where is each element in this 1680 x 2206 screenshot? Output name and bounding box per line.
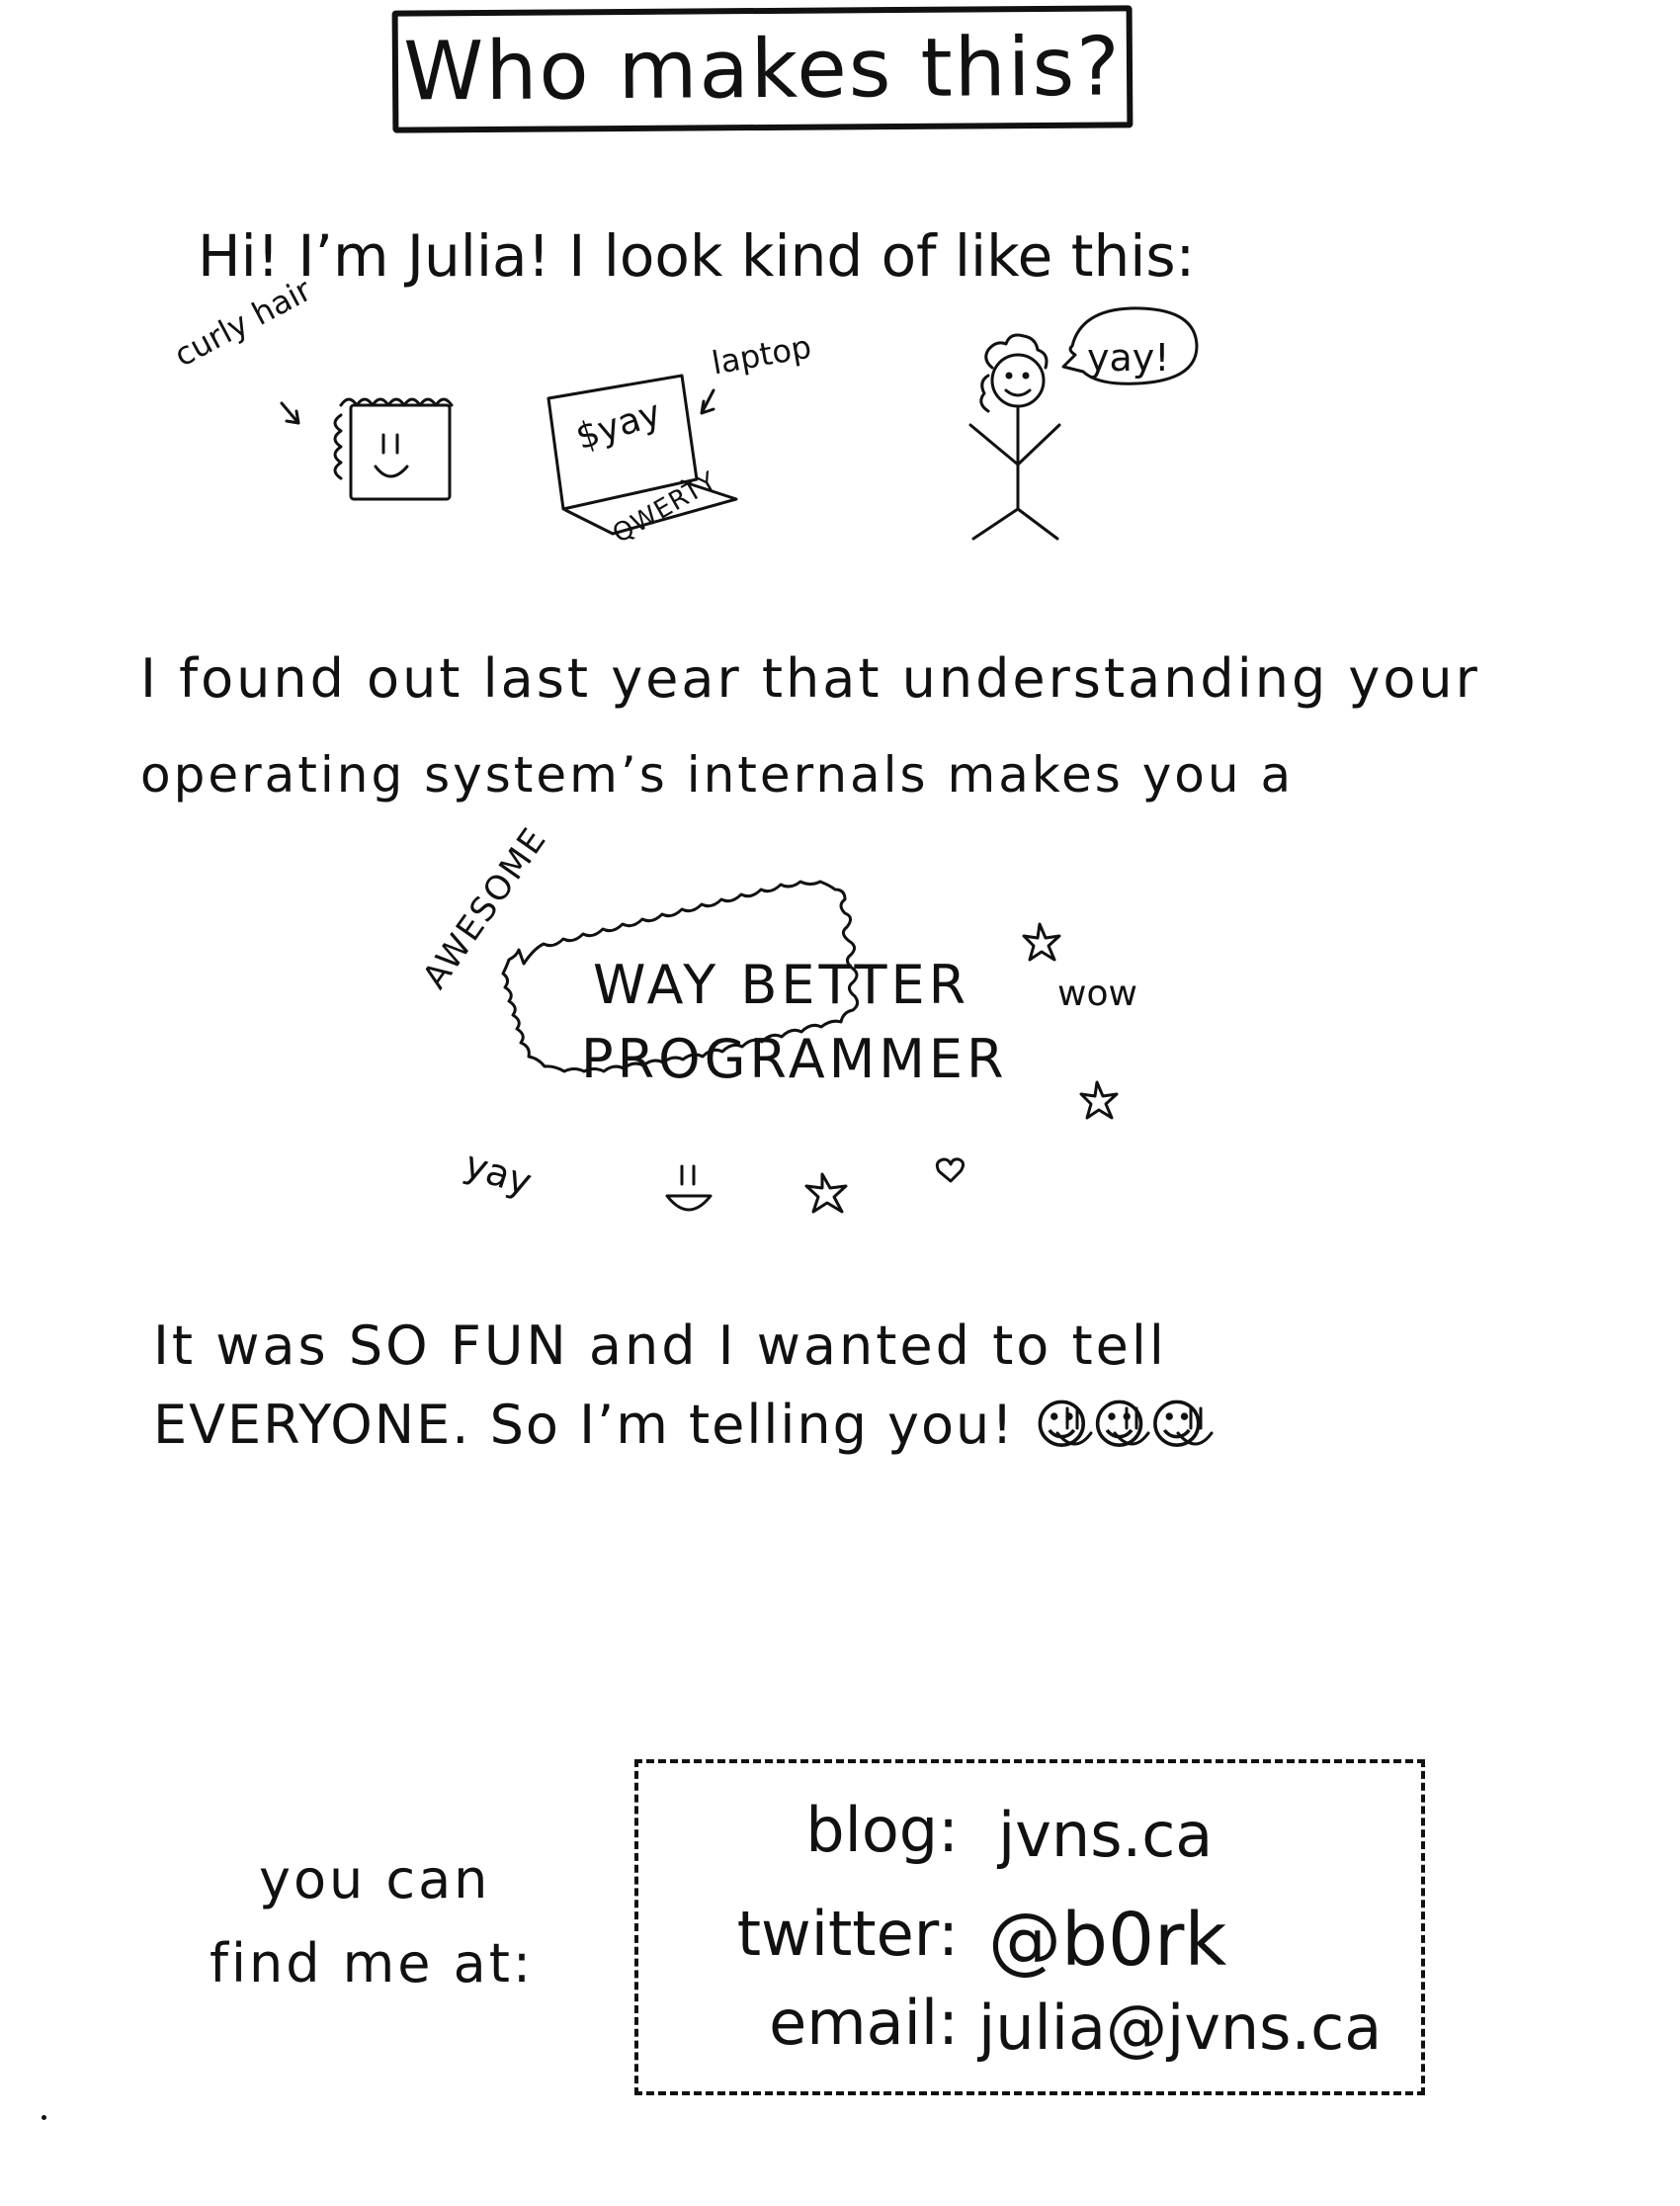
stray-dot [42, 2115, 46, 2120]
laptop-arrow-icon [700, 388, 715, 415]
burst-line-1: WAY BETTER [593, 954, 970, 1016]
wow-label: wow [1057, 974, 1137, 1014]
blog-label: blog: [805, 1794, 959, 1866]
star-icon [1079, 1080, 1119, 1120]
find-me-line-1: you can [259, 1848, 491, 1910]
paragraph-2-line-1: It was SO FUN and I wanted to tell [153, 1315, 1167, 1377]
find-me-line-2: find me at: [210, 1932, 535, 1994]
speech-bubble-text: yay! [1087, 336, 1170, 380]
twitter-link[interactable]: @b0rk [988, 1898, 1226, 1983]
smiley-icon [665, 1164, 713, 1212]
heart-icon [935, 1157, 966, 1183]
email-link[interactable]: julia@jvns.ca [978, 1992, 1382, 2064]
paragraph-2-line-2: EVERYONE. So I’m telling you! ☺☺☺ [153, 1394, 1207, 1456]
square-face-icon [333, 397, 454, 501]
burst-line-2: PROGRAMMER [581, 1028, 1008, 1090]
star-icon [1022, 922, 1061, 962]
paragraph-1-line-1: I found out last year that understanding… [140, 647, 1480, 710]
curly-hair-arrow-icon [280, 401, 300, 425]
stick-figure-icon [968, 333, 1061, 541]
email-label: email: [769, 1987, 959, 2059]
blog-link[interactable]: jvns.ca [998, 1799, 1213, 1871]
paragraph-1-line-2: operating system’s internals makes you a [140, 746, 1295, 804]
twitter-label: twitter: [736, 1898, 959, 1970]
star-icon [804, 1172, 848, 1214]
